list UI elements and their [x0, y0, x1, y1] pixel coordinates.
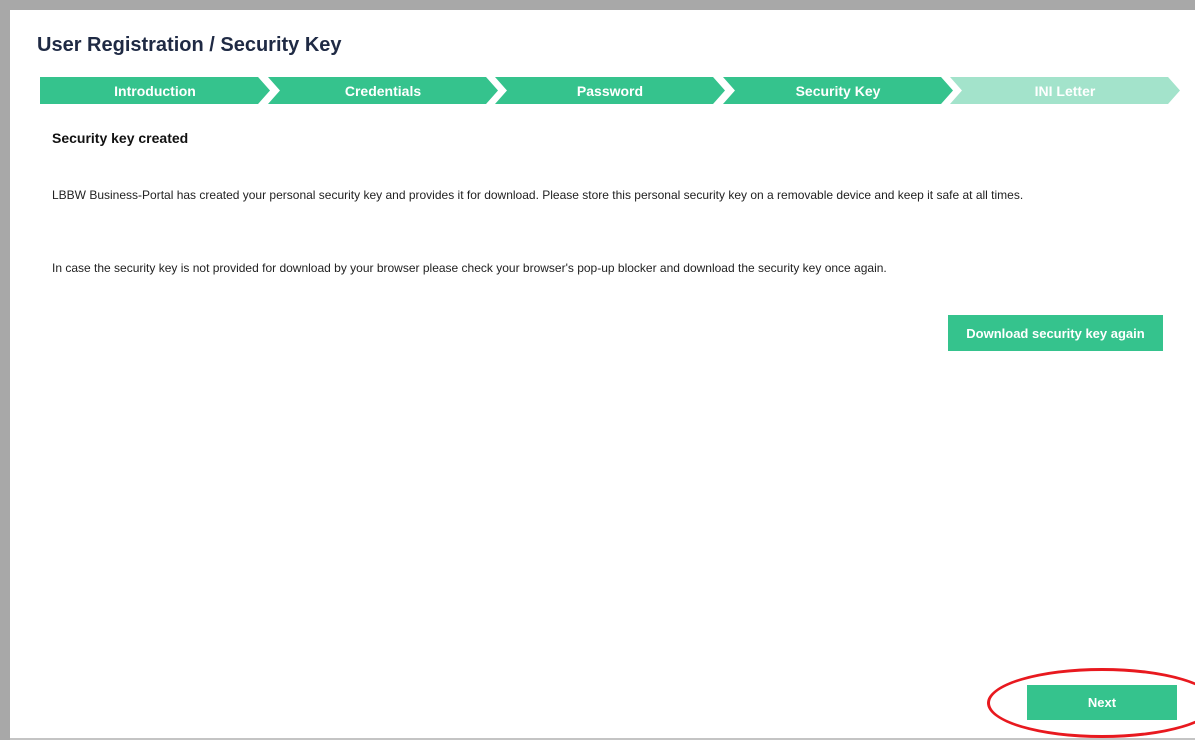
section-heading: Security key created — [52, 130, 189, 146]
step-security-key: Security Key — [723, 77, 953, 104]
step-label: Password — [576, 82, 644, 99]
step-label: Credentials — [344, 82, 422, 99]
page-title: User Registration / Security Key — [37, 34, 342, 56]
step-label: Introduction — [114, 82, 196, 99]
popup-blocker-note: In case the security key is not provided… — [52, 261, 887, 275]
step-introduction: Introduction — [40, 77, 270, 104]
instruction-paragraph: LBBW Business-Portal has created your pe… — [52, 188, 1024, 202]
page-frame — [0, 0, 1195, 740]
step-credentials: Credentials — [268, 77, 498, 104]
step-label: INI Letter — [1034, 82, 1096, 99]
next-button[interactable]: Next — [1027, 685, 1177, 720]
download-security-key-button[interactable]: Download security key again — [948, 315, 1163, 351]
step-ini-letter: INI Letter — [950, 77, 1180, 104]
step-password: Password — [495, 77, 725, 104]
step-label: Security Key — [795, 82, 881, 99]
progress-stepper: Introduction Credentials Password Securi… — [40, 77, 1180, 104]
